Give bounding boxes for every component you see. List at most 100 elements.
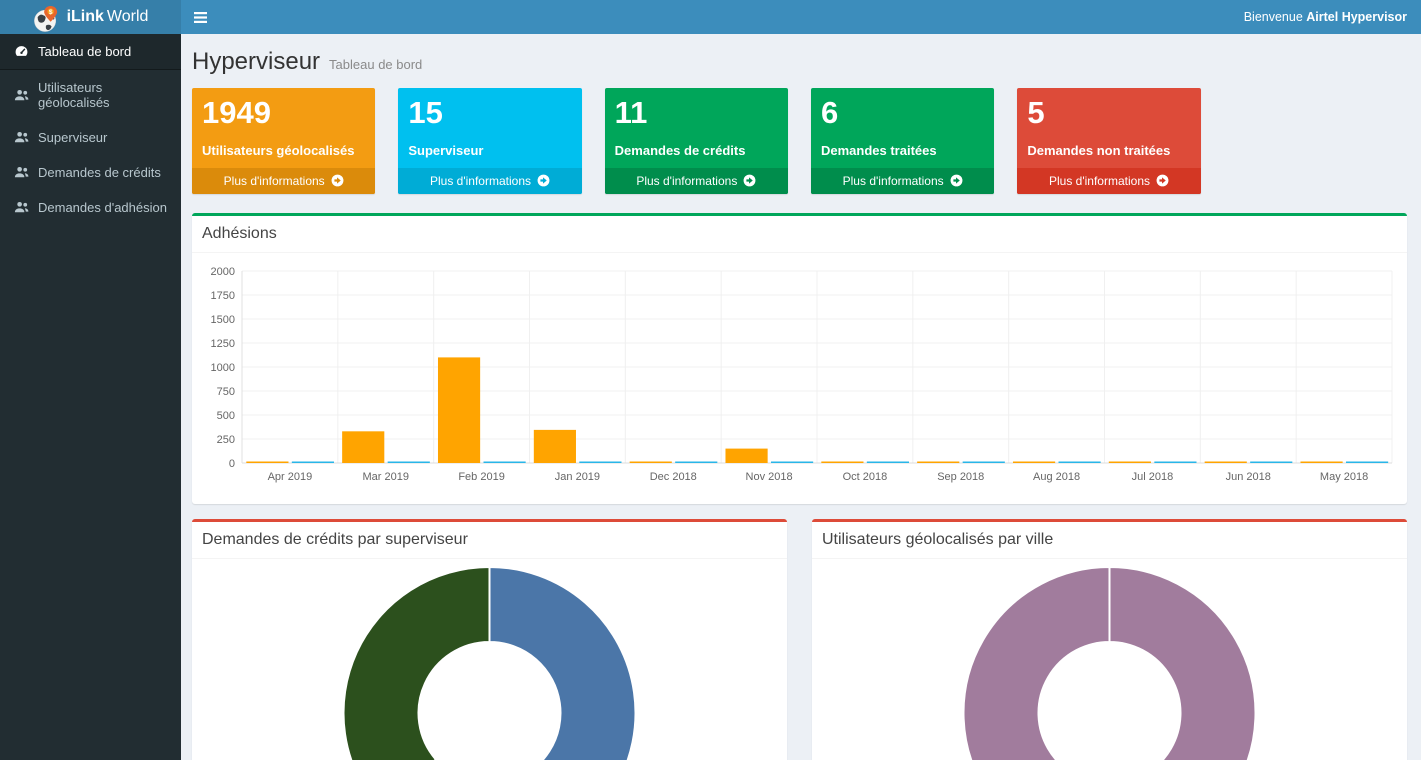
box-header: Utilisateurs géolocalisés par ville — [812, 522, 1407, 559]
stat-value: 1949 — [202, 95, 365, 131]
svg-text:May 2018: May 2018 — [1320, 471, 1368, 483]
stat-card-superviseur: 15 Superviseur Plus d'informations — [398, 88, 581, 194]
username: Airtel Hypervisor — [1306, 10, 1407, 24]
users-icon — [14, 165, 29, 180]
globe-pin-logo-icon: $ — [33, 4, 59, 30]
page-header: Hyperviseur Tableau de bord — [192, 48, 1407, 76]
more-info-link[interactable]: Plus d'informations — [811, 168, 994, 194]
svg-text:Dec 2018: Dec 2018 — [650, 471, 697, 483]
svg-text:250: 250 — [217, 434, 235, 446]
page-title: Hyperviseur — [192, 48, 320, 76]
brand-logo[interactable]: $ iLinkWorld — [0, 0, 181, 34]
more-info-label: Plus d'informations — [636, 174, 737, 188]
svg-text:0: 0 — [229, 458, 235, 470]
svg-text:750: 750 — [217, 386, 235, 398]
svg-text:Jun 2018: Jun 2018 — [1226, 471, 1271, 483]
sidebar-item-demandes-de-credits[interactable]: Demandes de crédits — [0, 155, 181, 190]
brand-bold: iLink — [67, 8, 104, 25]
stat-card-demandes-non-traitees: 5 Demandes non traitées Plus d'informati… — [1017, 88, 1200, 194]
stat-label: Demandes de crédits — [615, 143, 778, 158]
stat-card-utilisateurs-geolocalises: 1949 Utilisateurs géolocalisés Plus d'in… — [192, 88, 375, 194]
more-info-link[interactable]: Plus d'informations — [605, 168, 788, 194]
more-info-label: Plus d'informations — [843, 174, 944, 188]
svg-text:$: $ — [48, 9, 52, 16]
sidebar-item-utilisateurs-geolocalises[interactable]: Utilisateurs géolocalisés — [0, 70, 181, 120]
svg-text:Oct 2018: Oct 2018 — [843, 471, 888, 483]
arrow-circle-right-icon — [950, 174, 963, 187]
sidebar: Tableau de bord Utilisateurs géolocalisé… — [0, 34, 181, 760]
arrow-circle-right-icon — [743, 174, 756, 187]
main-content: Hyperviseur Tableau de bord 1949 Utilisa… — [181, 34, 1421, 760]
more-info-label: Plus d'informations — [1049, 174, 1150, 188]
stat-value: 11 — [615, 95, 778, 131]
arrow-circle-right-icon — [1156, 174, 1169, 187]
page-subtitle: Tableau de bord — [329, 57, 422, 72]
stat-cards-row: 1949 Utilisateurs géolocalisés Plus d'in… — [192, 88, 1407, 194]
stat-label: Demandes traitées — [821, 143, 984, 158]
more-info-label: Plus d'informations — [430, 174, 531, 188]
svg-text:Jan 2019: Jan 2019 — [555, 471, 600, 483]
svg-text:1000: 1000 — [211, 362, 235, 374]
credits-by-supervisor-donut-chart — [202, 563, 777, 760]
adhesions-bar-chart: 0 250 500 750 1000 1250 1500 1750 2000 Apr 2019 Ma… — [202, 263, 1397, 489]
users-icon — [14, 130, 29, 145]
svg-text:500: 500 — [217, 410, 235, 422]
sidebar-item-label: Demandes de crédits — [38, 165, 161, 180]
stat-value: 15 — [408, 95, 571, 131]
donut-charts-row: Demandes de crédits par superviseur Util… — [192, 519, 1407, 760]
svg-text:Nov 2018: Nov 2018 — [746, 471, 793, 483]
box-header: Demandes de crédits par superviseur — [192, 522, 787, 559]
sidebar-item-dashboard[interactable]: Tableau de bord — [0, 34, 181, 70]
box-title: Demandes de crédits par superviseur — [202, 531, 468, 548]
dashboard-icon — [14, 44, 29, 59]
navbar: Bienvenue Airtel Hypervisor — [181, 0, 1421, 34]
svg-text:1500: 1500 — [211, 314, 235, 326]
stat-value: 6 — [821, 95, 984, 131]
sidebar-item-superviseur[interactable]: Superviseur — [0, 120, 181, 155]
svg-text:1750: 1750 — [211, 290, 235, 302]
sidebar-item-label: Superviseur — [38, 130, 107, 145]
stat-card-demandes-traitees: 6 Demandes traitées Plus d'informations — [811, 88, 994, 194]
arrow-circle-right-icon — [537, 174, 550, 187]
svg-text:2000: 2000 — [211, 266, 235, 278]
stat-card-demandes-de-credits: 11 Demandes de crédits Plus d'informatio… — [605, 88, 788, 194]
hamburger-menu-icon[interactable] — [181, 0, 219, 34]
svg-text:Apr 2019: Apr 2019 — [268, 471, 313, 483]
brand-name: iLinkWorld — [67, 8, 149, 26]
svg-text:Jul 2018: Jul 2018 — [1132, 471, 1174, 483]
svg-text:Sep 2018: Sep 2018 — [937, 471, 984, 483]
arrow-circle-right-icon — [331, 174, 344, 187]
sidebar-item-label: Demandes d'adhésion — [38, 200, 167, 215]
stat-label: Demandes non traitées — [1027, 143, 1190, 158]
box-body — [812, 559, 1407, 760]
brand-regular: World — [107, 8, 149, 25]
users-by-city-donut-chart — [822, 563, 1397, 760]
adhesions-box: Adhésions 0 250 500 750 1000 1250 1500 1750 2000… — [192, 213, 1407, 504]
more-info-link[interactable]: Plus d'informations — [398, 168, 581, 194]
welcome-prefix: Bienvenue — [1244, 10, 1303, 24]
box-body: 0 250 500 750 1000 1250 1500 1750 2000 Apr 2019 Ma… — [192, 253, 1407, 504]
stat-label: Utilisateurs géolocalisés — [202, 143, 365, 158]
svg-text:1250: 1250 — [211, 338, 235, 350]
users-icon — [14, 200, 29, 215]
more-info-link[interactable]: Plus d'informations — [1017, 168, 1200, 194]
users-by-city-box: Utilisateurs géolocalisés par ville — [812, 519, 1407, 760]
sidebar-item-demandes-adhesion[interactable]: Demandes d'adhésion — [0, 190, 181, 225]
svg-text:Feb 2019: Feb 2019 — [458, 471, 504, 483]
top-navbar: $ iLinkWorld Bienvenue Airtel Hypervisor — [0, 0, 1421, 34]
svg-text:Aug 2018: Aug 2018 — [1033, 471, 1080, 483]
box-header: Adhésions — [192, 216, 1407, 253]
stat-value: 5 — [1027, 95, 1190, 131]
credits-by-supervisor-box: Demandes de crédits par superviseur — [192, 519, 787, 760]
svg-text:Mar 2019: Mar 2019 — [363, 471, 409, 483]
stat-label: Superviseur — [408, 143, 571, 158]
box-body — [192, 559, 787, 760]
box-title: Utilisateurs géolocalisés par ville — [822, 531, 1053, 548]
sidebar-item-label: Tableau de bord — [38, 44, 131, 59]
sidebar-item-label: Utilisateurs géolocalisés — [38, 80, 176, 110]
users-icon — [14, 88, 29, 103]
user-welcome[interactable]: Bienvenue Airtel Hypervisor — [1244, 10, 1407, 24]
box-title: Adhésions — [202, 225, 277, 242]
more-info-label: Plus d'informations — [224, 174, 325, 188]
more-info-link[interactable]: Plus d'informations — [192, 168, 375, 194]
